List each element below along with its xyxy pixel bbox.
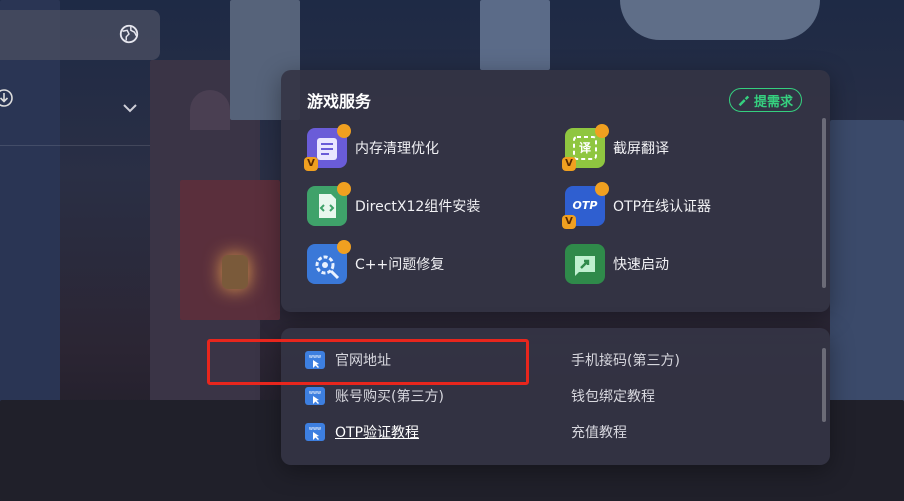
service-label: 截屏翻译 <box>613 141 669 157</box>
globe-icon[interactable] <box>118 23 140 45</box>
service-cpp-repair[interactable]: C++问题修复 <box>307 240 445 284</box>
request-feature-label: 提需求 <box>753 94 793 110</box>
link-account-purchase[interactable]: www 账号购买(第三方) <box>305 386 444 406</box>
download-icon[interactable] <box>0 88 14 108</box>
upgrade-badge <box>337 124 351 138</box>
www-text: www <box>309 390 321 396</box>
link-label: OTP验证教程 <box>335 425 420 441</box>
service-otp-authenticator[interactable]: OTP V OTP在线认证器 <box>562 182 712 229</box>
divider <box>0 145 150 146</box>
vip-badge: V <box>304 157 318 171</box>
service-label: 内存清理优化 <box>355 141 439 157</box>
otp-authenticator-icon: OTP V <box>562 182 609 229</box>
link-recharge-tutorial[interactable]: 充值教程 <box>571 422 627 442</box>
scrollbar[interactable] <box>822 348 826 422</box>
www-text: www <box>309 426 321 432</box>
request-feature-button[interactable]: 提需求 <box>728 88 802 112</box>
panel-title: 游戏服务 <box>307 92 372 111</box>
service-label: C++问题修复 <box>355 257 445 273</box>
screen-translate-icon: 译 V <box>562 124 609 171</box>
vip-badge: V <box>562 157 576 171</box>
highlight-box <box>207 339 529 385</box>
service-label: DirectX12组件安装 <box>355 199 481 215</box>
service-screen-translate[interactable]: 译 V 截屏翻译 <box>562 124 669 171</box>
service-memory-clean[interactable]: V 内存清理优化 <box>304 124 439 171</box>
link-sms-verify[interactable]: 手机接码(第三方) <box>571 350 680 370</box>
link-wallet-binding[interactable]: 钱包绑定教程 <box>571 386 655 406</box>
link-label: 充值教程 <box>571 425 627 441</box>
service-label: 快速启动 <box>613 257 669 273</box>
directx-install-icon <box>307 182 351 226</box>
link-otp-tutorial[interactable]: www OTP验证教程 <box>305 422 419 442</box>
brush-icon <box>738 95 750 107</box>
memory-clean-icon: V <box>304 124 351 171</box>
game-services-panel: 游戏服务 提需求 V 内存清理优化 译 V 截屏翻译 DirectX12组件安装… <box>281 70 830 312</box>
scrollbar[interactable] <box>822 118 826 288</box>
quick-launch-icon <box>565 244 605 284</box>
upgrade-badge <box>337 182 351 196</box>
service-label: OTP在线认证器 <box>613 199 712 215</box>
chevron-down-icon[interactable] <box>122 100 138 116</box>
www-icon: www <box>305 423 325 441</box>
link-label: 手机接码(第三方) <box>571 353 680 369</box>
upgrade-badge <box>595 124 609 138</box>
link-label: 钱包绑定教程 <box>571 389 655 405</box>
upgrade-badge <box>337 240 351 254</box>
service-quick-launch[interactable]: 快速启动 <box>565 244 669 284</box>
vip-badge: V <box>562 215 576 229</box>
www-icon: www <box>305 387 325 405</box>
service-directx-install[interactable]: DirectX12组件安装 <box>307 182 481 226</box>
upgrade-badge <box>595 182 609 196</box>
link-label: 账号购买(第三方) <box>335 389 444 405</box>
cpp-repair-icon <box>307 240 351 284</box>
